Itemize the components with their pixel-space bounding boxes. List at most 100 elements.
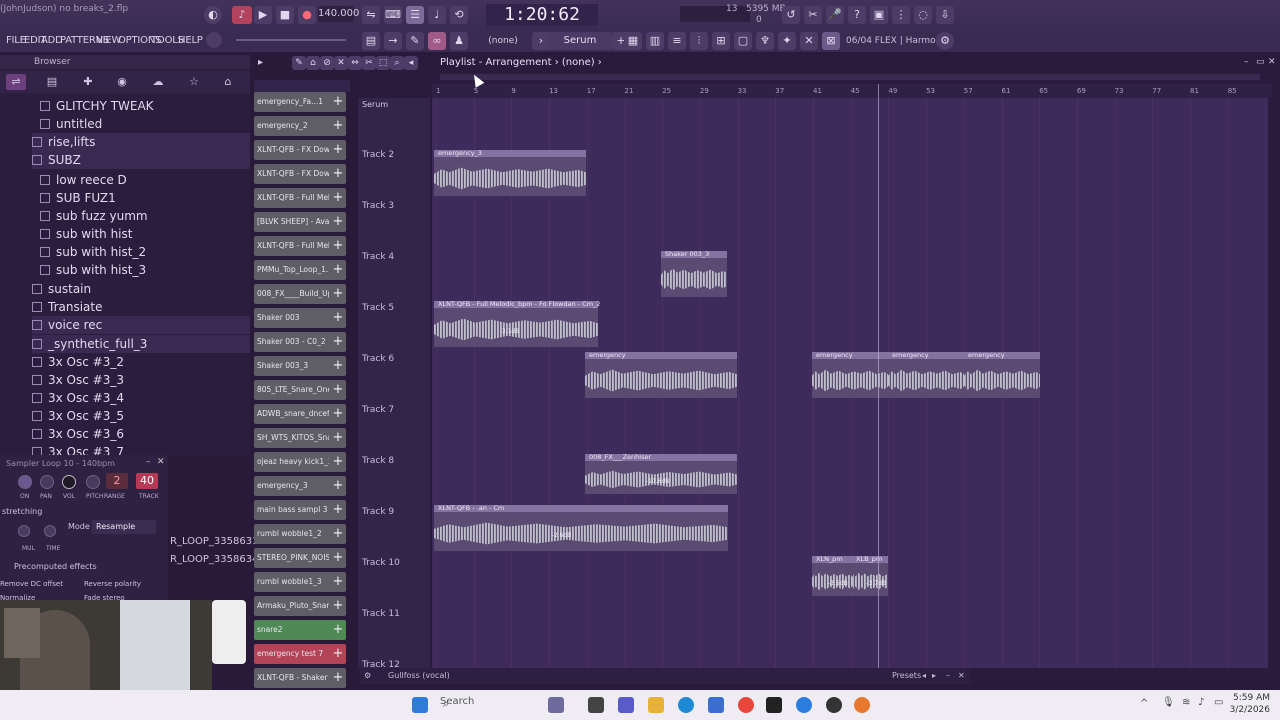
- audio-clip[interactable]: emergency_3: [434, 149, 586, 196]
- channel-button[interactable]: PMMu_Top_Loop_1.. +: [254, 260, 346, 280]
- channel-button[interactable]: SH_WTS_KITOS_Snare..+: [254, 428, 346, 448]
- chat-app-icon[interactable]: [618, 697, 634, 713]
- browser-item[interactable]: low reece D: [40, 171, 250, 189]
- channel-add-icon[interactable]: +: [332, 575, 344, 589]
- channel-add-icon[interactable]: +: [332, 119, 344, 133]
- tag-icon[interactable]: ⌂: [218, 74, 238, 90]
- battery-icon[interactable]: ▭: [1214, 697, 1223, 708]
- audio-clip[interactable]: 008_FX___Zenhiser -10.6dB: [585, 453, 737, 494]
- microphone-tray-icon[interactable]: 🎙: [1162, 697, 1175, 708]
- channel-button[interactable]: XLNT-QFB - Full Melo..+: [254, 188, 346, 208]
- preset-prev-icon[interactable]: ◂: [922, 671, 926, 680]
- audio-clip[interactable]: XLB_pm -3.7dB: [852, 555, 888, 596]
- zoom-tool-icon[interactable]: ⌕: [390, 56, 404, 70]
- channel-button[interactable]: 805_LTE_Snare_One.. +: [254, 380, 346, 400]
- task-view-icon[interactable]: [548, 697, 564, 713]
- cart-icon[interactable]: ⊠: [822, 32, 840, 50]
- gear-icon[interactable]: ⚙: [364, 671, 371, 680]
- track-serum[interactable]: Serum: [362, 100, 388, 109]
- channel-button[interactable]: emergency_3 +: [254, 476, 346, 496]
- browser-item[interactable]: untitled: [40, 115, 250, 133]
- channel-add-icon[interactable]: +: [332, 383, 344, 397]
- view-plugin-icon[interactable]: ▢: [734, 32, 752, 50]
- channel-add-icon[interactable]: +: [332, 359, 344, 373]
- chat-icon[interactable]: ◌: [914, 6, 932, 24]
- news-ticker[interactable]: 06/04 FLEX | Harmony: [846, 36, 947, 46]
- pan-knob[interactable]: [40, 475, 54, 489]
- channel-button[interactable]: XLNT-QFB - Full Melo..+: [254, 236, 346, 256]
- channel-add-icon[interactable]: +: [332, 647, 344, 661]
- browser-item[interactable]: GLITCHY TWEAK: [40, 97, 250, 115]
- track-label[interactable]: Track 6: [362, 354, 394, 364]
- obs-icon[interactable]: [826, 697, 842, 713]
- live-icon[interactable]: [766, 697, 782, 713]
- channel-add-icon[interactable]: +: [332, 239, 344, 253]
- paint-icon[interactable]: ✎: [406, 32, 424, 50]
- system-clock[interactable]: 5:59 AM 3/2/2026: [1230, 692, 1270, 716]
- playlist-minimize-icon[interactable]: –: [1244, 57, 1249, 67]
- playlist-scrollbar[interactable]: [440, 74, 1260, 80]
- footer-minimize-icon[interactable]: –: [946, 671, 950, 680]
- track-label[interactable]: Track 4: [362, 252, 394, 262]
- browser-item[interactable]: sub fuzz yumm: [40, 207, 250, 225]
- view-piano-roll-icon[interactable]: ≡: [668, 32, 686, 50]
- metronome-icon[interactable]: ◐: [204, 6, 222, 24]
- chrome-icon[interactable]: [738, 697, 754, 713]
- windows-start-icon[interactable]: [412, 697, 428, 713]
- record-button[interactable]: ●: [298, 6, 316, 24]
- track-label[interactable]: Track 5: [362, 303, 394, 313]
- master-pitch-slider[interactable]: [236, 39, 346, 41]
- channel-add-icon[interactable]: +: [332, 215, 344, 229]
- browser-item[interactable]: SUBZ: [32, 151, 250, 169]
- typing-keyboard-icon[interactable]: ⌨: [384, 6, 402, 24]
- browser-item[interactable]: 3x Osc #3_4: [32, 389, 250, 407]
- channel-add-icon[interactable]: +: [332, 167, 344, 181]
- browser-item[interactable]: voice rec: [32, 316, 250, 334]
- edge-icon[interactable]: [678, 697, 694, 713]
- mute-tool-icon[interactable]: ✕: [334, 56, 348, 70]
- channel-button[interactable]: rumbl wobble1_2 +: [254, 524, 346, 544]
- volume-knob[interactable]: [62, 475, 76, 489]
- channel-add-icon[interactable]: +: [332, 407, 344, 421]
- microphone-icon[interactable]: 🎤: [826, 6, 844, 24]
- terminal-icon[interactable]: [588, 697, 604, 713]
- draw-tool-icon[interactable]: ✎: [292, 56, 306, 70]
- menu-help[interactable]: HELP: [178, 35, 203, 46]
- arrow-right-icon[interactable]: →: [384, 32, 402, 50]
- track-label[interactable]: Track 7: [362, 405, 394, 415]
- loop-record-icon[interactable]: ⟲: [450, 6, 468, 24]
- pattern-mode-icon[interactable]: ⇋: [362, 6, 380, 24]
- channel-add-icon[interactable]: +: [332, 191, 344, 205]
- channel-button[interactable]: emergency test 7 +: [254, 644, 346, 664]
- audio-clip[interactable]: emergency: [812, 351, 888, 398]
- channel-button[interactable]: Shaker 003_3 +: [254, 356, 346, 376]
- channel-add-icon[interactable]: +: [332, 671, 344, 685]
- audio-clip[interactable]: XLNT-QFB - Full Melodic_bpm - Fo Flowdan…: [434, 300, 600, 347]
- channel-button[interactable]: XLNT-QFB - FX Down..+: [254, 140, 346, 160]
- taskbar-search[interactable]: Search: [440, 696, 474, 707]
- track-label[interactable]: Track 8: [362, 456, 394, 466]
- channel-button[interactable]: XLNT-QFB - FX Down..+: [254, 164, 346, 184]
- channel-button[interactable]: snare2 +: [254, 620, 346, 640]
- track-label[interactable]: Track 11: [362, 609, 400, 619]
- wifi-icon[interactable]: ≋: [1182, 697, 1190, 708]
- minimize-icon[interactable]: –: [146, 457, 151, 467]
- channel-add-icon[interactable]: +: [332, 335, 344, 349]
- stamp-icon[interactable]: ♟: [450, 32, 468, 50]
- file-explorer-icon[interactable]: [648, 697, 664, 713]
- step-edit-icon[interactable]: ☰: [406, 6, 424, 24]
- track-label[interactable]: Track 2: [362, 150, 394, 160]
- track-value[interactable]: 40: [136, 473, 158, 489]
- range-value[interactable]: 2: [106, 473, 128, 489]
- fl-studio-icon[interactable]: [854, 697, 870, 713]
- file-icon[interactable]: ▤: [42, 74, 62, 90]
- browser-item[interactable]: _synthetic_full_3: [32, 335, 250, 353]
- channel-button[interactable]: XLNT-QFB - Shaker L..+: [254, 668, 346, 688]
- channel-button[interactable]: Shaker 003 - C0_2 +: [254, 332, 346, 352]
- audio-clip[interactable]: emergency: [964, 351, 1040, 398]
- globe-icon[interactable]: ◉: [112, 74, 132, 90]
- browser-item[interactable]: 3x Osc #3_6: [32, 425, 250, 443]
- browser-icon[interactable]: [796, 697, 812, 713]
- chevron-up-icon[interactable]: ^: [1140, 698, 1148, 709]
- playlist-pattern[interactable]: (none): [562, 57, 595, 68]
